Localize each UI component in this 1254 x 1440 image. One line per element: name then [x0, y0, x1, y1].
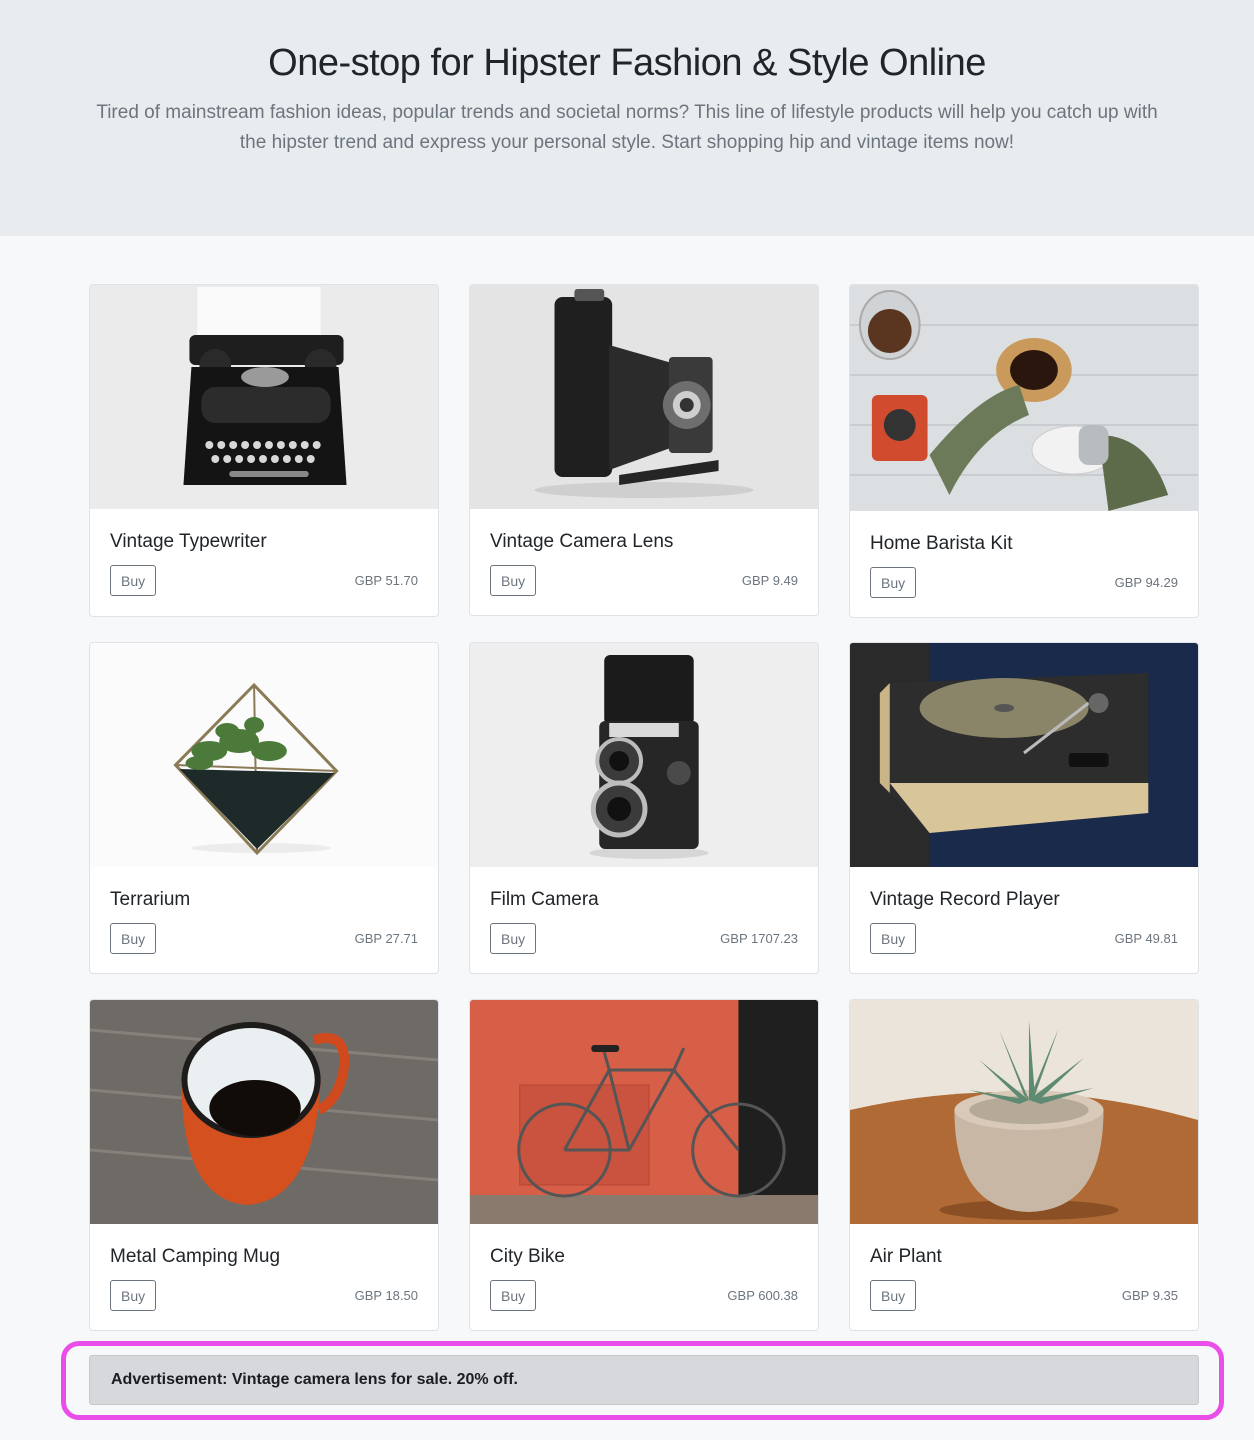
product-price: GBP 27.71 [354, 931, 418, 946]
air-plant-photo[interactable] [850, 1000, 1198, 1224]
folding-camera-photo[interactable] [470, 285, 818, 509]
camping-mug-photo[interactable] [90, 1000, 438, 1224]
product-card: City Bike Buy GBP 600.38 [469, 999, 819, 1331]
product-price: GBP 49.81 [1114, 931, 1178, 946]
buy-button[interactable]: Buy [870, 923, 917, 954]
buy-button[interactable]: Buy [110, 565, 157, 596]
buy-button[interactable]: Buy [870, 1280, 917, 1311]
product-price: GBP 1707.23 [720, 931, 798, 946]
product-card: Air Plant Buy GBP 9.35 [849, 999, 1199, 1331]
buy-button[interactable]: Buy [490, 565, 537, 596]
hero-subtitle: Tired of mainstream fashion ideas, popul… [96, 102, 1158, 153]
typewriter-photo[interactable] [90, 285, 438, 509]
product-price: GBP 9.49 [741, 573, 798, 588]
product-card: Metal Camping Mug Buy GBP 18.50 [89, 999, 439, 1331]
hero-banner: One-stop for Hipster Fashion & Style Onl… [0, 0, 1254, 236]
product-price: GBP 600.38 [727, 1288, 798, 1303]
terrarium-photo[interactable] [90, 643, 438, 867]
product-title[interactable]: Air Plant [870, 1246, 942, 1268]
city-bike-photo[interactable] [470, 1000, 818, 1224]
advertisement-banner[interactable]: Advertisement: Vintage camera lens for s… [89, 1355, 1199, 1405]
product-price: GBP 94.29 [1114, 575, 1178, 590]
product-title[interactable]: City Bike [490, 1246, 565, 1268]
buy-button[interactable]: Buy [490, 1280, 537, 1311]
product-title[interactable]: Terrarium [110, 889, 190, 911]
product-card: Film Camera Buy GBP 1707.23 [469, 642, 819, 974]
product-title[interactable]: Home Barista Kit [870, 533, 1013, 555]
product-title[interactable]: Vintage Typewriter [110, 531, 267, 553]
product-card: Vintage Camera Lens Buy GBP 9.49 [469, 284, 819, 616]
page-title: One-stop for Hipster Fashion & Style Onl… [268, 42, 986, 84]
buy-button[interactable]: Buy [870, 567, 917, 598]
buy-button[interactable]: Buy [110, 923, 157, 954]
product-title[interactable]: Vintage Record Player [870, 889, 1060, 911]
product-price: GBP 51.70 [354, 573, 418, 588]
product-card: Home Barista Kit Buy GBP 94.29 [849, 284, 1199, 618]
product-card: Vintage Record Player Buy GBP 49.81 [849, 642, 1199, 974]
product-title[interactable]: Metal Camping Mug [110, 1246, 280, 1268]
product-title[interactable]: Vintage Camera Lens [490, 531, 673, 553]
product-title[interactable]: Film Camera [490, 889, 599, 911]
product-card: Terrarium Buy GBP 27.71 [89, 642, 439, 974]
buy-button[interactable]: Buy [490, 923, 537, 954]
product-card: Vintage Typewriter Buy GBP 51.70 [89, 284, 439, 617]
record-player-photo[interactable] [850, 643, 1198, 867]
product-price: GBP 9.35 [1121, 1288, 1178, 1303]
buy-button[interactable]: Buy [110, 1280, 157, 1311]
product-price: GBP 18.50 [354, 1288, 418, 1303]
film-camera-photo[interactable] [470, 643, 818, 867]
barista-kit-photo[interactable] [850, 285, 1198, 511]
